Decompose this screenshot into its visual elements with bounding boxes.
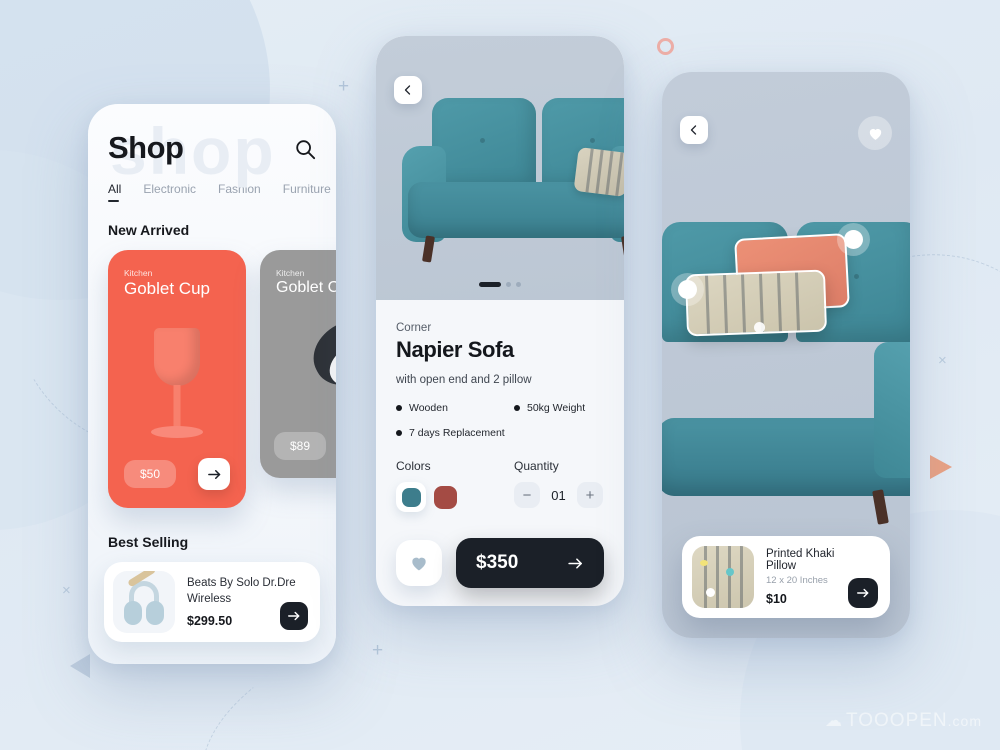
product-detail-screen: Corner Napier Sofa with open end and 2 p… [376,36,624,606]
purchase-bar: $350 [376,512,624,588]
decorative-triangle [930,455,952,479]
hotspot-handle[interactable] [678,280,697,299]
hotspot-handle[interactable] [754,322,765,333]
product-info: Corner Napier Sofa with open end and 2 p… [376,300,624,512]
room-product-detail-button[interactable] [848,578,878,608]
buy-button[interactable]: $350 [456,538,604,588]
heart-icon [412,557,426,571]
shop-screen: shop Shop All Electronic Fashion Furnitu… [88,104,336,664]
decorative-plus-icon: + [338,76,350,97]
room-product-card[interactable]: Printed Khaki Pillow 12 x 20 Inches $10 [682,527,890,618]
decorative-triangle [70,654,90,678]
feature-label: 50kg Weight [527,402,586,414]
product-category: Kitchen [124,268,153,278]
section-title-best-selling: Best Selling [108,534,189,550]
chevron-left-icon [404,85,411,95]
site-watermark: ☁ TOOOPEN.com [824,710,982,731]
decorative-cross-icon: × [938,352,947,369]
heart-icon [869,128,881,140]
product-category: Kitchen [276,268,305,278]
product-image-lamp [302,307,336,397]
room-sofa-illustration [662,222,910,552]
decorative-plus-icon: + [372,640,384,661]
tab-all[interactable]: All [108,182,121,202]
product-image-goblet [138,328,216,448]
product-name: Napier Sofa [396,337,514,362]
product-name: Printed Khaki Pillow [766,548,835,572]
product-price: $350 [476,552,519,573]
room-product-info: Printed Khaki Pillow 12 x 20 Inches $10 [766,548,836,606]
product-thumbnail-headphones [113,571,175,633]
feature-label: Wooden [409,402,448,414]
page-title: Shop [108,130,184,165]
colors-quantity-row: Colors Quantity − 01 + [396,459,604,512]
quantity-value: 01 [551,487,566,503]
room-view-screen: Printed Khaki Pillow 12 x 20 Inches $10 [662,72,910,638]
feature-item: Wooden [396,402,514,414]
sofa-illustration [402,98,624,300]
bullet-icon [514,405,520,411]
screenshot-stage: + + × × ☁ TOOOPEN.com shop Shop All Elect… [0,0,1000,750]
back-button[interactable] [680,116,708,144]
chevron-left-icon [690,125,697,135]
feature-item: 7 days Replacement [396,427,505,439]
colors-group: Colors [396,459,514,512]
product-subtitle: with open end and 2 pillow [396,374,532,386]
tab-furniture[interactable]: Furniture [283,182,331,196]
quantity-decrease-button[interactable]: − [514,482,540,508]
product-price: $10 [766,592,787,606]
feature-item: 50kg Weight [514,402,604,414]
quantity-group: Quantity − 01 + [514,459,604,512]
favorite-button[interactable] [396,540,442,586]
back-button[interactable] [394,76,422,104]
product-price: $89 [274,432,327,460]
quantity-stepper: − 01 + [514,482,604,508]
product-name: Goblet Cup [276,279,336,296]
favorite-button[interactable] [858,116,892,150]
best-selling-detail-button[interactable] [280,602,308,630]
product-card-goblet-cup[interactable]: Kitchen Goblet Cup $50 [108,250,246,508]
arrow-right-icon [288,611,300,621]
bullet-icon [396,405,402,411]
product-detail-button[interactable] [198,458,230,490]
product-category: Corner [396,322,432,334]
arrow-right-icon [857,588,869,598]
color-swatch-selected[interactable] [396,482,426,512]
product-price: $50 [124,460,177,488]
feature-row: Wooden 50kg Weight [396,402,604,414]
product-size: 12 x 20 Inches [766,575,828,586]
decorative-ring [657,38,674,55]
search-icon[interactable] [294,138,316,160]
color-swatch-teal[interactable] [401,487,421,507]
bullet-icon [396,430,402,436]
colors-label: Colors [396,459,431,473]
feature-row: 7 days Replacement [396,427,604,439]
color-swatch-red[interactable] [434,485,457,509]
quantity-increase-button[interactable]: + [577,482,603,508]
quantity-label: Quantity [514,459,559,473]
product-name: Goblet Cup [124,279,210,298]
product-hero-image [376,36,624,300]
color-swatches [396,482,514,512]
shop-header: shop Shop [88,104,336,184]
new-arrived-list: Kitchen Goblet Cup $50 Kitchen Goblet Cu… [88,238,336,508]
best-selling-card[interactable]: Beats By Solo Dr.Dre Wireless $299.50 [104,562,320,642]
product-thumbnail-pillow [692,546,754,608]
hotspot-handle[interactable] [844,230,863,249]
feature-label: 7 days Replacement [409,427,505,439]
decorative-cross-icon: × [62,582,71,599]
arrow-right-icon [568,557,582,569]
cloud-icon: ☁ [824,711,843,730]
product-card-goblet-cup-secondary[interactable]: Kitchen Goblet Cup $89 [260,250,336,478]
section-title-new-arrived: New Arrived [108,222,190,238]
arrow-right-icon [207,469,220,479]
image-pagination[interactable] [479,282,521,287]
